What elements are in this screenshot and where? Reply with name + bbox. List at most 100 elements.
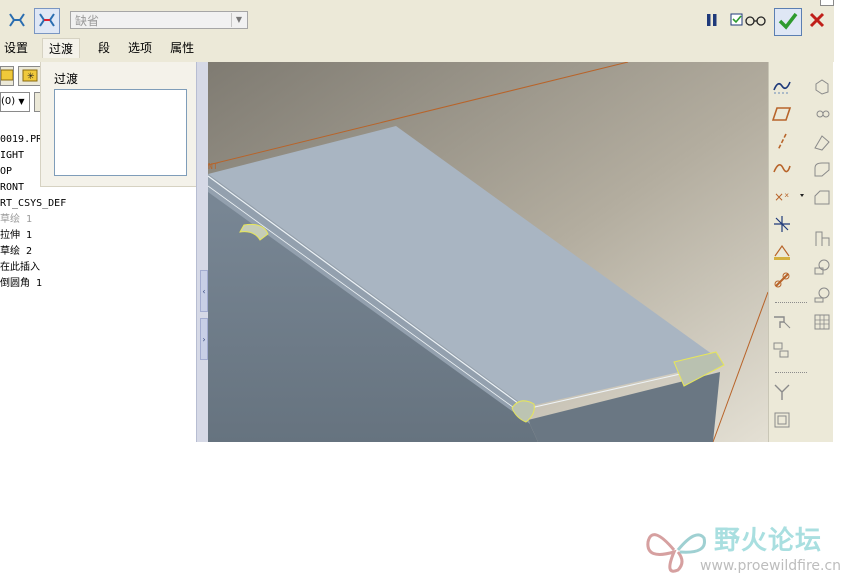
round-button[interactable] [811,160,833,182]
tree-item[interactable]: RT_CSYS_DEF [0,196,66,212]
revolve-icon [812,256,832,279]
tree-item[interactable]: 倒圆角 1 [0,276,42,292]
round-icon [812,160,832,183]
cancel-button[interactable] [806,8,828,34]
tree-item[interactable]: OP [0,164,12,180]
hole-button[interactable] [811,76,833,98]
glasses-icon [744,13,768,30]
rib-icon [812,228,832,251]
toolbar-separator [775,302,807,303]
graphics-viewport[interactable]: NT [208,62,768,442]
round-set-mode-button[interactable] [4,8,30,34]
tree-item[interactable]: 草绘 1 [0,212,32,228]
round-set-icon [7,10,27,33]
rib-button[interactable] [811,228,833,250]
csys-icon [772,214,792,237]
revolve-button[interactable] [811,256,833,278]
collapse-left-handle[interactable]: ‹ [200,270,208,312]
datum-plane-button[interactable] [771,104,793,126]
box-icon [812,76,832,99]
chevron-left-icon: ‹ [202,286,206,296]
tree-item[interactable]: RONT [0,180,24,196]
sketch-tool-button[interactable] [771,76,793,98]
watermark-url: www.proewildfire.cn [700,558,842,574]
datum-curve-button[interactable] [771,158,793,180]
feature-dashboard: 缺省 ▼ 设置 过渡 段 选项 属性 [0,0,834,62]
svg-text:✳: ✳ [27,72,35,82]
offset-feature-button[interactable] [771,410,793,432]
checkmark-icon [778,12,798,33]
window-edge [820,0,834,6]
transition-panel: 过渡 [40,62,198,187]
dashboard-icons [4,8,60,34]
tree-item[interactable]: 拉伸 1 [0,228,32,244]
svg-text:×ˣ: ×ˣ [774,190,789,204]
transition-type-select[interactable]: 缺省 ▼ [70,11,248,29]
transition-icon [37,10,57,33]
transition-panel-label: 过渡 [54,72,79,86]
chevron-down-icon: ▼ [231,13,246,27]
axis-icon [772,132,792,155]
preview-toggle[interactable] [728,10,770,32]
pause-icon [705,13,719,30]
analysis-icon [772,242,792,265]
pattern-button[interactable] [811,312,833,334]
tab-options[interactable]: 选项 [124,38,152,58]
tree-filter-value: (0) [1,96,16,107]
model-render: NT [208,62,768,442]
folder-icon [0,69,14,84]
shell-button[interactable] [811,104,833,126]
tab-segments[interactable]: 段 [94,38,110,58]
tree-item[interactable]: IGHT [0,148,24,164]
pause-button[interactable] [702,10,722,32]
right-feature-toolbar: ×ˣ [768,62,833,442]
tree-item[interactable]: 草绘 2 [0,244,32,260]
transition-list[interactable] [54,89,187,176]
tree-item[interactable]: 0019.PR [0,132,42,148]
shell-icon [812,104,832,127]
tab-settings[interactable]: 设置 [0,38,28,58]
merge-feature-button[interactable] [771,382,793,404]
copy-feature-button[interactable] [771,312,793,334]
datum-point-button[interactable]: ×ˣ [771,186,807,208]
forum-watermark: 野火论坛 www.proewildfire.cn [644,520,844,580]
merge-icon [772,382,792,405]
draft-button[interactable] [811,132,833,154]
analysis-button[interactable] [771,242,793,264]
chevron-down-icon: ▼ [18,97,25,106]
watermark-title: 野火论坛 [714,526,823,556]
apply-button[interactable] [774,8,802,36]
curve-icon [772,158,792,181]
datum-point-icon: ×ˣ [772,186,806,209]
datum-label: NT [208,162,218,171]
tab-transition[interactable]: 过渡 [42,38,81,58]
transition-type-value: 缺省 [75,14,100,28]
chain-link-icon [772,270,792,293]
transition-mode-button[interactable] [34,8,60,34]
sweep-button[interactable] [811,284,833,306]
dashboard-tabs: 设置 过渡 段 选项 属性 [0,38,208,58]
csys-button[interactable] [771,214,793,236]
checkbox-icon [730,13,744,30]
copy-icon [772,312,792,335]
close-icon [809,12,825,31]
group-icon [772,340,792,363]
expand-right-handle[interactable]: › [200,318,208,360]
sweep-icon [812,284,832,307]
toolbar-separator [775,372,807,373]
tree-tools-button[interactable] [0,66,14,86]
draft-icon [812,132,832,155]
grid-icon [812,312,832,335]
tree-item[interactable]: 在此插入 [0,260,40,276]
offset-icon [772,410,792,433]
chevron-right-icon: › [202,334,206,344]
link-button[interactable] [771,270,793,292]
sketch-curve-icon [772,76,792,99]
tab-properties[interactable]: 属性 [166,38,194,58]
tree-filter-select[interactable]: (0) ▼ [0,92,30,112]
plane-icon [771,104,792,127]
group-feature-button[interactable] [771,340,793,362]
chamfer-button[interactable] [811,188,833,210]
chamfer-icon [812,188,832,211]
datum-axis-button[interactable] [771,132,793,154]
